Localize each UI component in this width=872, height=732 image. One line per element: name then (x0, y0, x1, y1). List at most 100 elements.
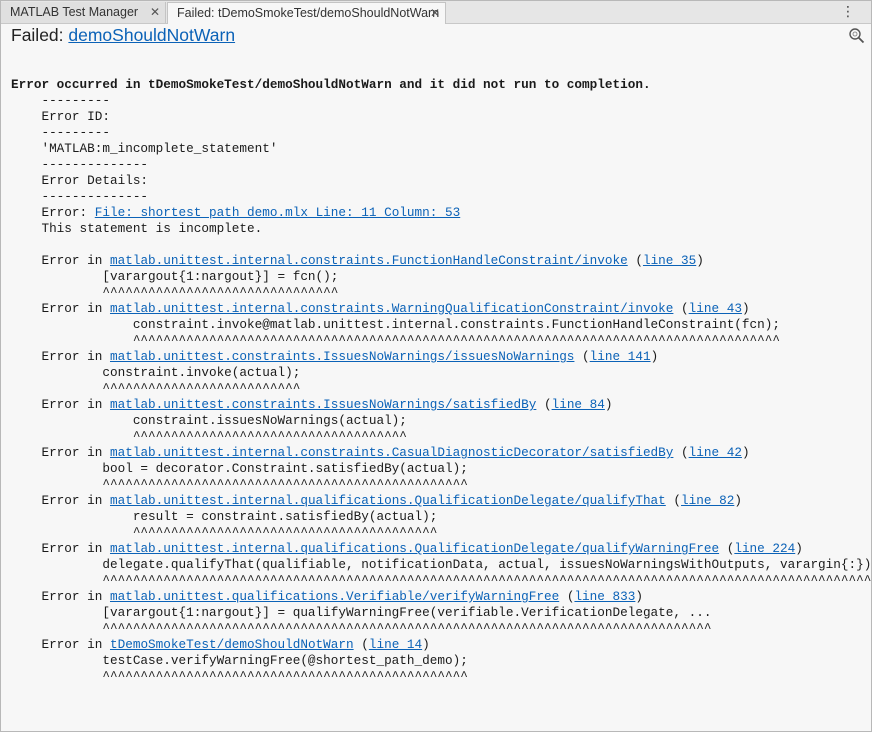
test-manager-window: MATLAB Test Manager ✕ Failed: tDemoSmoke… (0, 0, 872, 732)
stack-caret: ^^^^^^^^^^^^^^^^^^^^^^^^^^ (11, 381, 301, 396)
open-paren: ( (665, 493, 682, 508)
stack-caret: ^^^^^^^^^^^^^^^^^^^^^^^^^^^^^^^^^^^^^^^^… (11, 621, 712, 636)
stack-code: constraint.invoke(actual); (11, 365, 301, 380)
stack-frame: Error in matlab.unittest.constraints.Iss… (11, 397, 867, 445)
stack-line-link[interactable]: line 84 (552, 397, 605, 412)
stack-code: bool = decorator.Constraint.satisfiedBy(… (11, 461, 468, 476)
tab-failed-test[interactable]: Failed: tDemoSmokeTest/demoShouldNotWarn… (167, 2, 446, 24)
stack-function-link[interactable]: matlab.unittest.internal.qualifications.… (110, 493, 666, 508)
tab-strip: MATLAB Test Manager ✕ Failed: tDemoSmoke… (1, 1, 871, 24)
tab-label: Failed: tDemoSmokeTest/demoShouldNotWarn (177, 6, 440, 20)
error-prefix: Error: (11, 205, 95, 220)
open-paren: ( (536, 397, 552, 412)
stack-frame: Error in matlab.unittest.qualifications.… (11, 589, 867, 637)
stack-code: [varargout{1:nargout}] = qualifyWarningF… (11, 605, 712, 620)
stack-prefix: Error in (11, 301, 110, 316)
stack-frame-header: Error in matlab.unittest.internal.constr… (11, 253, 867, 269)
stack-line-link[interactable]: line 141 (590, 349, 651, 364)
error-message: This statement is incomplete. (11, 221, 263, 236)
stack-frame: Error in matlab.unittest.internal.constr… (11, 253, 867, 301)
stack-function-link[interactable]: tDemoSmokeTest/demoShouldNotWarn (110, 637, 354, 652)
open-paren: ( (673, 445, 689, 460)
stack-frame: Error in matlab.unittest.internal.constr… (11, 301, 867, 349)
close-icon[interactable]: ✕ (430, 3, 440, 23)
stack-code: [varargout{1:nargout}] = fcn(); (11, 269, 339, 284)
stack-line-link[interactable]: line 224 (734, 541, 795, 556)
close-paren: ) (604, 397, 613, 412)
stack-prefix: Error in (11, 493, 110, 508)
stack-prefix: Error in (11, 541, 110, 556)
stack-caret: ^^^^^^^^^^^^^^^^^^^^^^^^^^^^^^^^^^^^^^^^ (11, 525, 438, 540)
stack-frame-header: Error in matlab.unittest.constraints.Iss… (11, 397, 867, 413)
separator: --------- (11, 125, 110, 140)
stack-code: testCase.verifyWarningFree(@shortest_pat… (11, 653, 468, 668)
stack-code: constraint.issuesNoWarnings(actual); (11, 413, 407, 428)
close-paren: ) (741, 301, 750, 316)
stack-caret: ^^^^^^^^^^^^^^^^^^^^^^^^^^^^^^^^^^^^^^^^… (11, 573, 872, 588)
open-paren: ( (353, 637, 369, 652)
stack-caret: ^^^^^^^^^^^^^^^^^^^^^^^^^^^^^^^^^^^^^^^^… (11, 669, 468, 684)
kebab-menu-icon[interactable]: ⋮ (841, 3, 855, 19)
stack-frame-header: Error in matlab.unittest.internal.qualif… (11, 493, 867, 509)
stack-function-link[interactable]: matlab.unittest.constraints.IssuesNoWarn… (110, 397, 536, 412)
stack-trace: Error in matlab.unittest.internal.constr… (11, 253, 872, 685)
open-paren: ( (574, 349, 590, 364)
stack-line-link[interactable]: line 43 (689, 301, 742, 316)
stack-caret: ^^^^^^^^^^^^^^^^^^^^^^^^^^^^^^^^^^^^^^^^… (11, 477, 468, 492)
stack-frame: Error in matlab.unittest.internal.constr… (11, 445, 867, 493)
error-location-link[interactable]: File: shortest_path_demo.mlx Line: 11 Co… (95, 205, 460, 220)
stack-line-link[interactable]: line 82 (681, 493, 734, 508)
open-paren: ( (559, 589, 575, 604)
stack-function-link[interactable]: matlab.unittest.constraints.IssuesNoWarn… (110, 349, 574, 364)
error-summary: Error occurred in tDemoSmokeTest/demoSho… (11, 77, 651, 92)
close-paren: ) (422, 637, 430, 652)
close-paren: ) (696, 253, 704, 268)
stack-function-link[interactable]: matlab.unittest.internal.constraints.Cas… (110, 445, 673, 460)
stack-caret: ^^^^^^^^^^^^^^^^^^^^^^^^^^^^^^^^^^^^^^^^… (11, 333, 780, 348)
error-id-value: 'MATLAB:m_incomplete_statement' (11, 141, 278, 156)
stack-code: delegate.qualifyThat(qualifiable, notifi… (11, 557, 872, 572)
stack-function-link[interactable]: matlab.unittest.qualifications.Verifiabl… (110, 589, 559, 604)
stack-function-link[interactable]: matlab.unittest.internal.constraints.War… (110, 301, 673, 316)
close-paren: ) (650, 349, 659, 364)
close-paren: ) (635, 589, 643, 604)
close-paren: ) (741, 445, 750, 460)
separator: --------- (11, 93, 110, 108)
tab-matlab-test-manager[interactable]: MATLAB Test Manager ✕ (1, 2, 166, 23)
error-location-line: Error: File: shortest_path_demo.mlx Line… (11, 205, 867, 221)
stack-line-link[interactable]: line 14 (369, 637, 422, 652)
close-paren: ) (734, 493, 742, 508)
stack-caret: ^^^^^^^^^^^^^^^^^^^^^^^^^^^^^^^ (11, 285, 339, 300)
stack-frame-header: Error in matlab.unittest.qualifications.… (11, 589, 867, 605)
stack-line-link[interactable]: line 42 (689, 445, 742, 460)
close-icon[interactable]: ✕ (150, 2, 160, 22)
stack-prefix: Error in (11, 253, 110, 268)
test-name-link[interactable]: demoShouldNotWarn (68, 25, 235, 45)
result-header: Failed: demoShouldNotWarn (1, 23, 871, 49)
stack-frame: Error in matlab.unittest.constraints.Iss… (11, 349, 867, 397)
error-details-label: Error Details: (11, 173, 149, 188)
open-paren: ( (673, 301, 689, 316)
separator: -------------- (11, 157, 149, 172)
stack-frame-header: Error in tDemoSmokeTest/demoShouldNotWar… (11, 637, 867, 653)
tab-label: MATLAB Test Manager (10, 5, 139, 19)
stack-function-link[interactable]: matlab.unittest.internal.constraints.Fun… (110, 253, 628, 268)
stack-line-link[interactable]: line 35 (643, 253, 696, 268)
stack-frame: Error in tDemoSmokeTest/demoShouldNotWar… (11, 637, 867, 685)
stack-function-link[interactable]: matlab.unittest.internal.qualifications.… (110, 541, 719, 556)
search-icon[interactable] (848, 27, 865, 44)
stack-frame-header: Error in matlab.unittest.internal.qualif… (11, 541, 867, 557)
stack-code: constraint.invoke@matlab.unittest.intern… (11, 317, 780, 332)
stack-frame: Error in matlab.unittest.internal.qualif… (11, 493, 867, 541)
stack-code: result = constraint.satisfiedBy(actual); (11, 509, 438, 524)
stack-prefix: Error in (11, 589, 110, 604)
stack-frame: Error in matlab.unittest.internal.qualif… (11, 541, 872, 589)
stack-prefix: Error in (11, 445, 110, 460)
stack-frame-header: Error in matlab.unittest.internal.constr… (11, 301, 867, 317)
stack-caret: ^^^^^^^^^^^^^^^^^^^^^^^^^^^^^^^^^^^^ (11, 429, 407, 444)
stack-frame-header: Error in matlab.unittest.constraints.Iss… (11, 349, 867, 365)
stack-line-link[interactable]: line 833 (574, 589, 635, 604)
stack-prefix: Error in (11, 397, 110, 412)
diagnostic-report: Error occurred in tDemoSmokeTest/demoSho… (11, 77, 872, 685)
